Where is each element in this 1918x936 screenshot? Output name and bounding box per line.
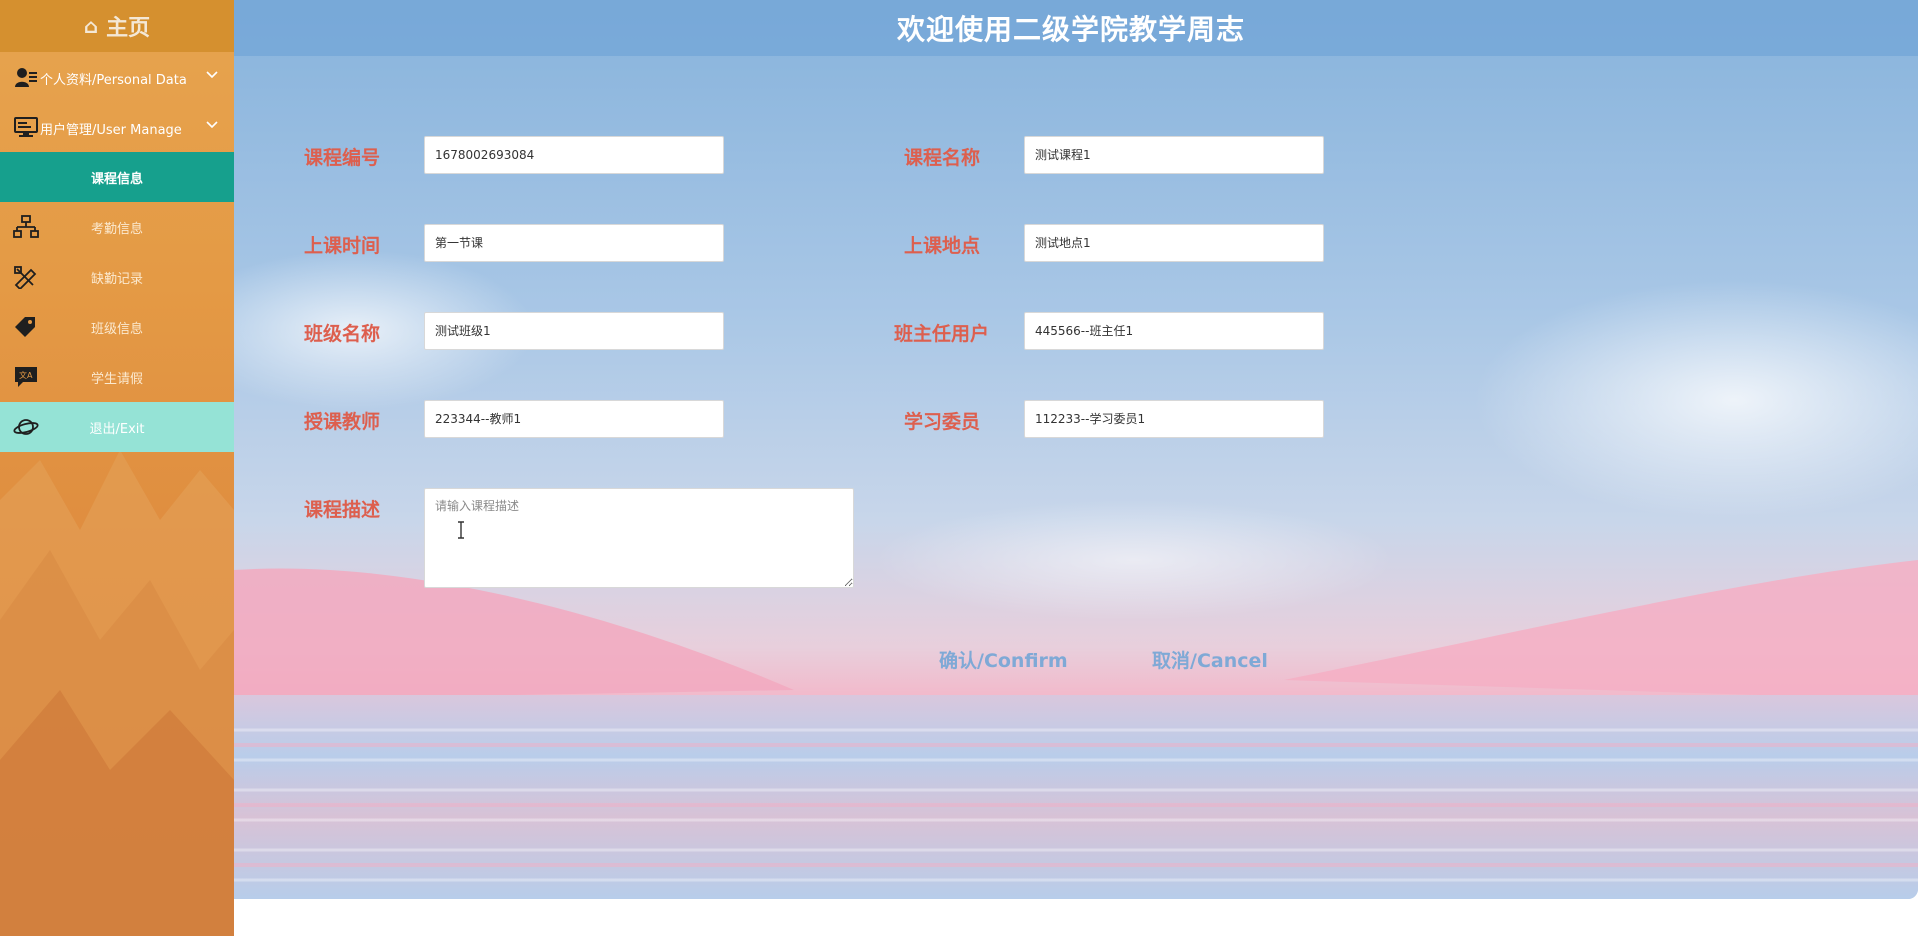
nav-group-user-manage[interactable]: 用户管理/User Manage — [0, 102, 234, 152]
sidebar-item-class-info[interactable]: 班级信息 — [0, 302, 234, 352]
main-content: 欢迎使用二级学院教学周志 课程编号 1678002693084 课程名称 测试课… — [234, 0, 1918, 899]
home-icon: ⌂ — [83, 14, 99, 38]
sidebar-item-exit[interactable]: 退出/Exit — [0, 402, 234, 452]
description-label: 课程描述 — [304, 499, 381, 521]
translate-chat-icon: 文A — [15, 367, 37, 387]
sidebar-item-label: 考勤信息 — [90, 221, 143, 237]
user-card-icon — [15, 68, 37, 87]
home-link[interactable]: ⌂ 主页 — [0, 0, 234, 52]
nav-group-personal-data[interactable]: 个人资料/Personal Data — [0, 52, 234, 102]
confirm-button[interactable]: 确认/Confirm — [931, 640, 1076, 679]
course-name-field[interactable]: 测试课程1 — [1024, 136, 1324, 174]
chevron-down-icon — [206, 71, 218, 79]
description-textarea[interactable] — [424, 488, 854, 588]
tags-icon — [15, 317, 35, 337]
study-rep-label: 学习委员 — [904, 411, 981, 433]
monitor-icon — [14, 117, 38, 137]
class-time-field[interactable]: 第一节课 — [424, 224, 724, 262]
teacher-label: 授课教师 — [304, 411, 381, 433]
course-name-label: 课程名称 — [904, 147, 981, 169]
home-label: 主页 — [106, 16, 151, 41]
class-place-field[interactable]: 测试地点1 — [1024, 224, 1324, 262]
head-teacher-field[interactable]: 445566--班主任1 — [1024, 312, 1324, 350]
text-cursor-icon — [458, 521, 464, 539]
sidebar-item-label: 学生请假 — [90, 371, 143, 387]
course-no-field[interactable]: 1678002693084 — [424, 136, 724, 174]
cancel-button[interactable]: 取消/Cancel — [1144, 640, 1276, 679]
nav-group-label: 用户管理/User Manage — [40, 123, 182, 138]
sidebar: ⌂ 主页 个人资料/Personal Data 用户管理/User Manage — [0, 0, 234, 936]
class-time-label: 上课时间 — [304, 235, 381, 257]
page-header: 欢迎使用二级学院教学周志 — [234, 0, 1918, 56]
org-chart-icon — [13, 215, 39, 238]
sidebar-item-absence[interactable]: 缺勤记录 — [0, 252, 234, 302]
class-name-field[interactable]: 测试班级1 — [424, 312, 724, 350]
head-teacher-label: 班主任用户 — [894, 323, 990, 345]
class-name-label: 班级名称 — [304, 323, 381, 345]
sidebar-item-label: 班级信息 — [90, 321, 143, 337]
sidebar-item-label: 缺勤记录 — [90, 271, 143, 287]
sidebar-item-label: 退出/Exit — [89, 421, 145, 437]
planet-icon — [13, 419, 39, 435]
sidebar-mountain-background — [0, 450, 234, 936]
nav-group-label: 个人资料/Personal Data — [40, 73, 187, 88]
sidebar-item-course-info[interactable]: 课程信息 — [0, 152, 234, 202]
chevron-down-icon — [206, 121, 218, 129]
class-place-label: 上课地点 — [904, 235, 981, 257]
pencil-ruler-icon — [14, 266, 37, 289]
scenery-background — [234, 250, 1918, 899]
course-no-label: 课程编号 — [304, 147, 381, 169]
page-title: 欢迎使用二级学院教学周志 — [896, 13, 1245, 46]
sidebar-item-label: 课程信息 — [90, 171, 143, 187]
teacher-field[interactable]: 223344--教师1 — [424, 400, 724, 438]
sidebar-item-attendance[interactable]: 考勤信息 — [0, 202, 234, 252]
svg-text:文A: 文A — [19, 370, 33, 380]
sidebar-item-student-leave[interactable]: 文A 学生请假 — [0, 352, 234, 402]
study-rep-field[interactable]: 112233--学习委员1 — [1024, 400, 1324, 438]
